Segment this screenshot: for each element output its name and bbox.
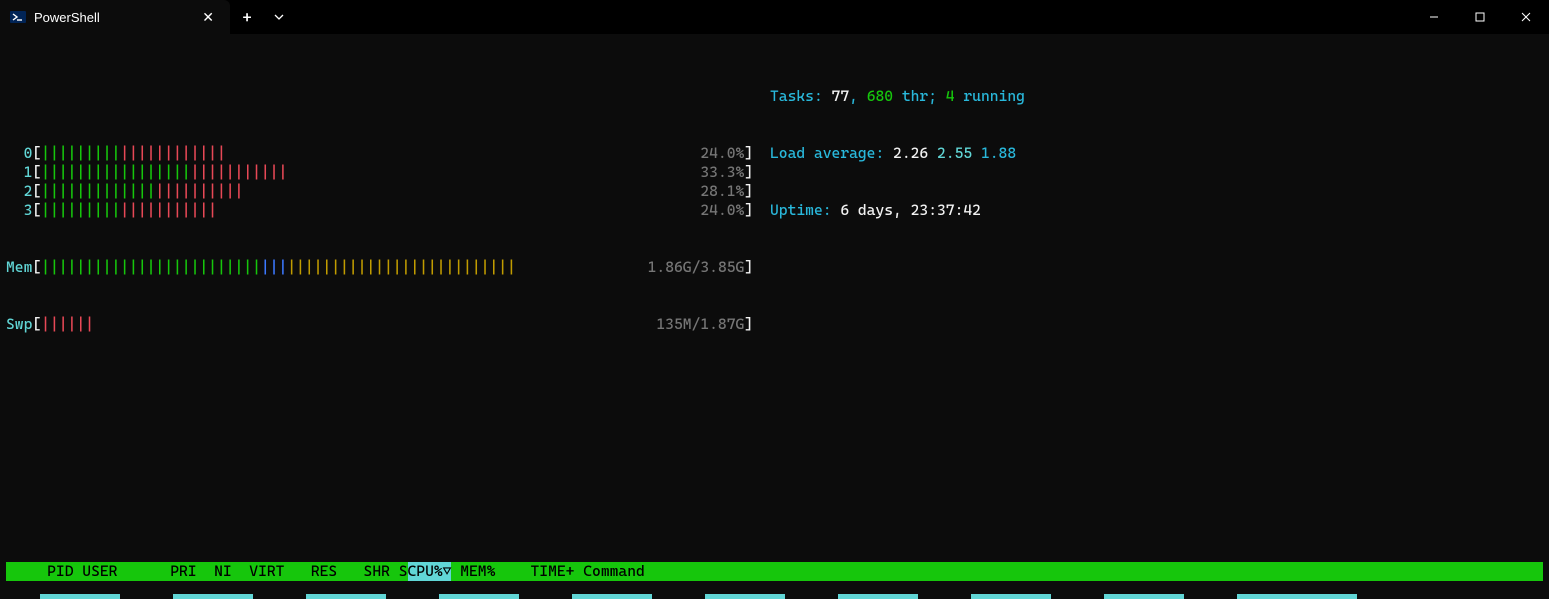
close-button[interactable]	[1503, 0, 1549, 34]
tasks-summary: Tasks: 77, 680 thr; 4 running Load avera…	[770, 49, 1025, 258]
col-pri[interactable]: PRI	[161, 562, 196, 581]
col-user[interactable]: USER	[74, 562, 162, 581]
tab-strip: PowerShell ✕ +	[0, 0, 294, 34]
col-time[interactable]: TIME+	[495, 562, 574, 581]
load-15: 1.88	[981, 144, 1016, 162]
minimize-button[interactable]	[1411, 0, 1457, 34]
tasks-label: Tasks:	[770, 87, 832, 105]
terminal-body[interactable]: 0[||||||||||||||||||||| 24.0%]1[||||||||…	[0, 34, 1549, 599]
tasks-count: 77	[832, 87, 850, 105]
powershell-icon	[10, 9, 26, 25]
col-res[interactable]: RES	[284, 562, 337, 581]
col-mem[interactable]: MEM%	[451, 562, 495, 581]
load-label: Load average:	[770, 144, 893, 162]
col-state[interactable]: S	[390, 562, 408, 581]
col-pid[interactable]: PID	[12, 562, 74, 581]
tab-close-button[interactable]: ✕	[196, 7, 220, 28]
title-bar: PowerShell ✕ +	[0, 0, 1549, 34]
col-shr[interactable]: SHR	[337, 562, 390, 581]
col-ni[interactable]: NI	[197, 562, 232, 581]
col-virt[interactable]: VIRT	[232, 562, 285, 581]
sort-desc-icon: ▽	[443, 562, 452, 580]
process-header[interactable]: PIDUSERPRINIVIRTRESSHRSCPU%▽MEM%TIME+Com…	[6, 562, 1543, 581]
tab-dropdown-button[interactable]	[264, 0, 294, 34]
load-5: 2.55	[937, 144, 972, 162]
col-command[interactable]: Command	[574, 562, 1543, 581]
new-tab-button[interactable]: +	[230, 0, 264, 34]
uptime-label: Uptime:	[770, 201, 840, 219]
uptime-value: 6 days, 23:37:42	[840, 201, 981, 219]
maximize-button[interactable]	[1457, 0, 1503, 34]
col-cpu[interactable]: CPU%▽	[408, 562, 452, 581]
tab-powershell[interactable]: PowerShell ✕	[0, 0, 230, 34]
mem-meter: Mem[||||||||||||||||||||||||||||||||||||…	[6, 258, 1543, 277]
threads-count: 680	[867, 87, 893, 105]
window-controls	[1411, 0, 1549, 34]
function-key-bar[interactable]	[0, 594, 1549, 599]
load-1: 2.26	[893, 144, 928, 162]
swp-meter: Swp[|||||| 135M/1.87G]	[6, 315, 1543, 334]
tab-title: PowerShell	[34, 10, 196, 25]
running-count: 4	[946, 87, 955, 105]
